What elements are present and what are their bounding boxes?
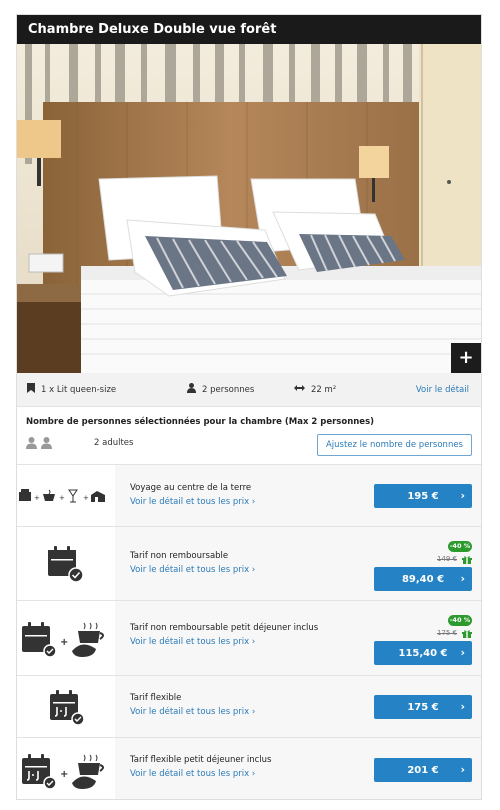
persons-label: 2 personnes xyxy=(202,384,255,395)
rate-price: 175 € xyxy=(407,701,439,713)
person-icon xyxy=(187,383,196,396)
size-label: 22 m² xyxy=(311,384,337,395)
size-feature: 22 m² xyxy=(294,384,336,395)
rate-name: Voyage au centre de la terre xyxy=(130,483,252,493)
gift-icon xyxy=(462,556,472,564)
rate-details-link[interactable]: Voir le détail et tous les prix › xyxy=(130,769,255,779)
rate-details-link[interactable]: Voir le détail et tous les prix › xyxy=(130,565,255,575)
room-photo[interactable]: + xyxy=(17,44,481,373)
discount-badge: -40 % xyxy=(448,541,472,552)
old-price: 149 € xyxy=(436,555,457,563)
rate-name: Tarif flexible xyxy=(130,693,182,703)
arrows-horizontal-icon xyxy=(294,384,305,395)
rate-price: 89,40 € xyxy=(401,573,445,585)
svg-text:+: + xyxy=(59,494,65,502)
book-rate-button[interactable]: 195 € › xyxy=(374,484,472,508)
rate-price: 115,40 € xyxy=(398,647,448,659)
old-price: 175 € xyxy=(436,629,457,637)
gift-icon xyxy=(462,630,472,638)
bookmark-icon xyxy=(27,383,35,396)
chevron-right-icon: › xyxy=(460,489,465,502)
calendar-flexible-icon xyxy=(17,676,115,737)
chevron-right-icon: › xyxy=(460,700,465,713)
calendar-check-icon xyxy=(17,527,115,600)
rate-details-link[interactable]: Voir le détail et tous les prix › xyxy=(130,707,255,717)
rate-price: 201 € xyxy=(407,764,439,776)
travel-package-icon: + + + xyxy=(17,465,115,526)
rate-row: Tarif flexible Voir le détail et tous le… xyxy=(17,676,481,738)
rate-price: 195 € xyxy=(407,490,439,502)
rate-details-link[interactable]: Voir le détail et tous les prix › xyxy=(130,637,255,647)
bed-label: 1 x Lit queen-size xyxy=(41,384,117,395)
persons-title: Nombre de personnes sélectionnées pour l… xyxy=(26,417,375,427)
rate-row: Tarif non remboursable Voir le détail et… xyxy=(17,527,481,601)
room-detail-link[interactable]: Voir le détail xyxy=(416,385,469,395)
svg-text:+: + xyxy=(83,494,89,502)
bed-feature: 1 x Lit queen-size xyxy=(27,383,116,396)
svg-text:+: + xyxy=(34,494,40,502)
chevron-right-icon: › xyxy=(460,763,465,776)
book-rate-button[interactable]: 115,40 € › xyxy=(374,641,472,665)
room-title: Chambre Deluxe Double vue forêt xyxy=(17,15,481,44)
adults-count: 2 adultes xyxy=(94,438,134,448)
chevron-right-icon: › xyxy=(460,572,465,585)
rate-row: + Tarif flexible petit déjeuner inclus V… xyxy=(17,738,481,799)
room-features: 1 x Lit queen-size 2 personnes 22 m² Voi… xyxy=(17,373,481,407)
rate-name: Tarif non remboursable petit déjeuner in… xyxy=(130,623,319,633)
rate-name: Tarif flexible petit déjeuner inclus xyxy=(130,755,272,765)
book-rate-button[interactable]: 201 € › xyxy=(374,758,472,782)
adjust-persons-button[interactable]: Ajustez le nombre de personnes xyxy=(316,434,472,456)
room-card: Chambre Deluxe Double vue forêt + 1 x Li… xyxy=(16,14,482,800)
book-rate-button[interactable]: 175 € › xyxy=(374,695,472,719)
rate-details-link[interactable]: Voir le détail et tous les prix › xyxy=(130,497,255,507)
adult-icon xyxy=(26,437,37,449)
svg-text:+: + xyxy=(60,637,68,648)
rate-row: + + + Voyage au centre de la terre Voir … xyxy=(17,465,481,527)
svg-text:+: + xyxy=(60,769,68,780)
persons-feature: 2 personnes xyxy=(187,383,254,396)
persons-section: Nombre de personnes sélectionnées pour l… xyxy=(17,407,481,465)
rate-name: Tarif non remboursable xyxy=(130,551,229,561)
calendar-breakfast-icon: + xyxy=(17,601,115,675)
chevron-right-icon: › xyxy=(460,646,465,659)
discount-badge: -40 % xyxy=(448,615,472,626)
adult-icon xyxy=(41,437,52,449)
zoom-icon[interactable]: + xyxy=(451,343,481,373)
calendar-flexible-breakfast-icon: + xyxy=(17,738,115,799)
rate-row: + Tarif non remboursable petit déjeuner … xyxy=(17,601,481,676)
adults-icons xyxy=(26,437,52,449)
book-rate-button[interactable]: 89,40 € › xyxy=(374,567,472,591)
